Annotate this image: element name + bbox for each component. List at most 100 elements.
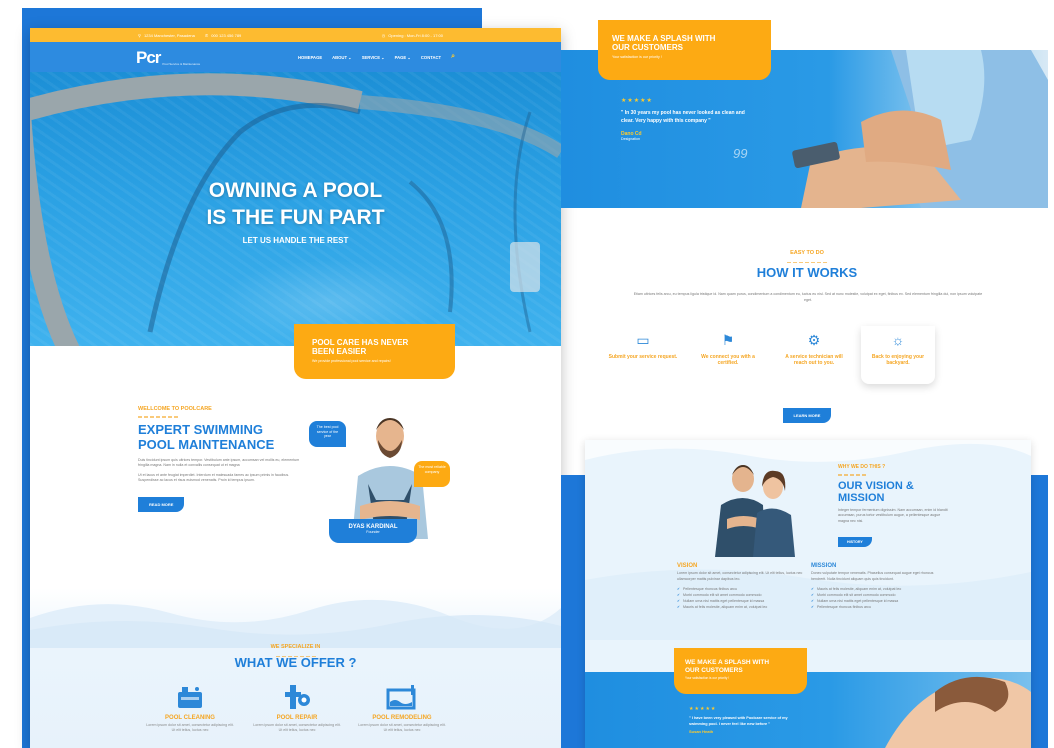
service-description: Lorem ipsum dolor sit amet, consectetur …: [358, 723, 446, 732]
promo-title: POOL CARE HAS NEVER BEEN EASIER: [312, 338, 409, 356]
step-label: We connect you with a certified.: [701, 354, 755, 366]
read-more-button[interactable]: READ MORE: [138, 496, 185, 512]
hero-section: OWNING A POOL IS THE FUN PART LET US HAND…: [30, 72, 561, 346]
check-icon: ✔: [677, 587, 681, 591]
founder-card: DYAS KARDINAL Founder: [329, 519, 417, 543]
hero-title: OWNING A POOL IS THE FUN PART: [206, 179, 385, 229]
nav-menu: HOMEPAGE ABOUT ⌄ SERVICE ⌄ PAGE ⌄ CONTAC…: [298, 53, 455, 61]
step-label: A service technician will reach out to y…: [785, 354, 843, 366]
testimonial-role: Designation: [621, 137, 640, 141]
address-item: ⚲ 1234 Manchester, Pasadena: [138, 33, 195, 38]
service-pool-remodeling[interactable]: POOL REMODELING Lorem ipsum dolor sit am…: [357, 684, 447, 733]
quote-mark-icon: 99: [733, 146, 748, 161]
pool-repair-icon: [285, 685, 310, 709]
check-icon: ✔: [811, 605, 815, 609]
how-it-works-section: EASY TO DO HOW IT WORKS Etiam ultrices f…: [583, 210, 1031, 435]
promo-title: WE MAKE A SPLASH WITH OUR CUSTOMERS: [685, 659, 770, 674]
nav-item-contact[interactable]: CONTACT: [421, 55, 441, 60]
vision-mission-section: WHY WE DO THIS ? OUR VISION & MISSION Int…: [585, 440, 1031, 748]
welcome-kicker: WELLCOME TO POOLCARE: [138, 406, 212, 412]
vision-column: VISION Lorem ipsum dolor sit amet, conse…: [677, 563, 805, 610]
check-icon: ✔: [677, 593, 681, 597]
list-item: ✔ Mauris at felis molestie, aliquam enim …: [677, 605, 768, 609]
founder-role: Founder: [366, 530, 380, 534]
welcome-section: WELLCOME TO POOLCARE EXPERT SWIMMING POOL…: [138, 406, 308, 512]
rating-stars: ★★★★★: [621, 98, 653, 104]
kicker-divider: [838, 474, 868, 476]
phone-icon: ✆: [204, 32, 209, 38]
hours-item: ◷ Opening : Mon-Fri 8:00 - 17:00: [382, 33, 443, 38]
learn-more-wrap: LEARN MORE: [583, 404, 1031, 423]
pool-cleaning-icon: [178, 687, 202, 708]
service-description: Lorem ipsum dolor sit amet, consectetur …: [253, 723, 341, 732]
welcome-title: EXPERT SWIMMING POOL MAINTENANCE: [138, 421, 275, 452]
check-icon: ✔: [811, 593, 815, 597]
step-connect: ⚑ We connect you with a certified.: [693, 332, 763, 366]
check-icon: ✔: [677, 605, 681, 609]
service-label: POOL REPAIR: [276, 715, 318, 721]
learn-more-button[interactable]: LEARN MORE: [782, 408, 832, 423]
kicker-divider: [138, 416, 178, 418]
location-icon: ⚲: [138, 32, 141, 38]
chat-icon: ▭: [636, 332, 650, 348]
showcase-canvas: ⚲ 1234 Manchester, Pasadena ✆ 000 123 456 …: [0, 0, 1054, 748]
service-label: POOL CLEANING: [165, 715, 215, 721]
promo-subtitle: Your satisfaction is our priority !: [612, 55, 662, 59]
handshake-icon: ⚑: [721, 332, 735, 348]
mission-heading: MISSION: [811, 563, 837, 569]
nav-item-about[interactable]: ABOUT ⌄: [332, 55, 352, 60]
mission-text: Donec vulputate tempor venenatis. Phasel…: [811, 571, 934, 581]
service-pool-repair[interactable]: POOL REPAIR Lorem ipsum dolor sit amet, …: [252, 684, 342, 733]
nav-item-service[interactable]: SERVICE ⌄: [362, 55, 385, 60]
history-button[interactable]: HISTORY: [838, 537, 872, 547]
testimonial-quote: " I have been very pleased with Poolcare…: [689, 716, 788, 726]
search-icon[interactable]: ⌕: [451, 53, 455, 61]
top-info-bar: ⚲ 1234 Manchester, Pasadena ✆ 000 123 456 …: [30, 28, 561, 42]
check-icon: ✔: [811, 599, 815, 603]
nav-item-homepage[interactable]: HOMEPAGE: [298, 55, 322, 60]
check-icon: ✔: [811, 587, 815, 591]
nav-item-page[interactable]: PAGE ⌄: [395, 55, 411, 60]
main-nav: Pcr Pool Service & Maintenance HOMEPAGE …: [30, 42, 561, 72]
promo-card-left: POOL CARE HAS NEVER BEEN EASIER We provid…: [294, 324, 455, 379]
promo-title: WE MAKE A SPLASH WITH OUR CUSTOMERS: [612, 34, 716, 52]
testimonial-content: ★★★★★ " In 30 years my pool has never lo…: [621, 97, 751, 141]
promo-subtitle: We provide professional pool service and…: [312, 359, 391, 363]
list-item: ✔ Pellentesque rhoncus finibus arcu: [811, 605, 871, 609]
address-text: 1234 Manchester, Pasadena: [143, 32, 195, 38]
welcome-paragraph-1: Duis tincidunt ipsum quis ultrices tempo…: [138, 457, 300, 468]
vision-text: Lorem ipsum dolor sit amet, consectetur …: [677, 571, 803, 581]
vision-title: OUR VISION & MISSION: [838, 479, 914, 504]
relax-icon: ☼: [891, 332, 905, 348]
step-technician: ⚙ A service technician will reach out to…: [779, 332, 849, 366]
step-label: Back to enjoying your backyard.: [871, 354, 925, 366]
clock-icon: ◷: [381, 32, 386, 38]
logo-tagline: Pool Service & Maintenance: [162, 61, 201, 66]
badge-reliable-company: The most reliable company: [414, 461, 450, 487]
vision-list: ✔ Pellentesque rhoncus finibus arcu ✔ Morb…: [677, 586, 805, 610]
check-icon: ✔: [677, 599, 681, 603]
offer-title: WHAT WE OFFER ?: [234, 655, 357, 670]
site-logo[interactable]: Pcr Pool Service & Maintenance: [136, 49, 200, 66]
vision-heading: VISION: [677, 563, 698, 569]
testimonial-content-bottom: ★★★★★ " I have been very pleased with Po…: [689, 706, 799, 734]
homepage-mockup: ⚲ 1234 Manchester, Pasadena ✆ 000 123 456 …: [30, 28, 561, 748]
pool-remodeling-icon: [386, 685, 416, 710]
phone-item[interactable]: ✆ 000 123 456 789: [205, 33, 241, 38]
service-pool-cleaning[interactable]: POOL CLEANING Lorem ipsum dolor sit amet…: [145, 684, 235, 733]
vision-kicker: WHY WE DO THIS ?: [838, 464, 886, 470]
services-section: WE SPECIALIZE IN WHAT WE OFFER ? POOL CL…: [30, 588, 561, 748]
service-description: Lorem ipsum dolor sit amet, consectetur …: [146, 723, 234, 732]
gear-icon: ⚙: [807, 332, 821, 348]
step-enjoy-backyard: ☼ Back to enjoying your backyard.: [861, 326, 935, 384]
vision-intro: WHY WE DO THIS ? OUR VISION & MISSION Int…: [838, 464, 998, 548]
welcome-paragraph-2: Ut et lacus et ante feugiat imperdiet. I…: [138, 472, 290, 483]
how-description: Etiam ultrices felis arcu, eu tempus lig…: [633, 292, 983, 302]
testimonial-author: Susan Heath: [689, 729, 714, 734]
testimonial-banner-bottom: ★★★★★ " I have been very pleased with Po…: [585, 672, 1031, 748]
service-label: POOL REMODELING: [372, 715, 432, 721]
step-label: Submit your service request.: [608, 354, 678, 360]
step-submit-request: ▭ Submit your service request.: [608, 332, 678, 360]
mission-column: MISSION Donec vulputate tempor venenatis…: [811, 563, 939, 610]
vision-intro-text: Integer tempor fermentum dignissim. Nam …: [838, 507, 948, 523]
